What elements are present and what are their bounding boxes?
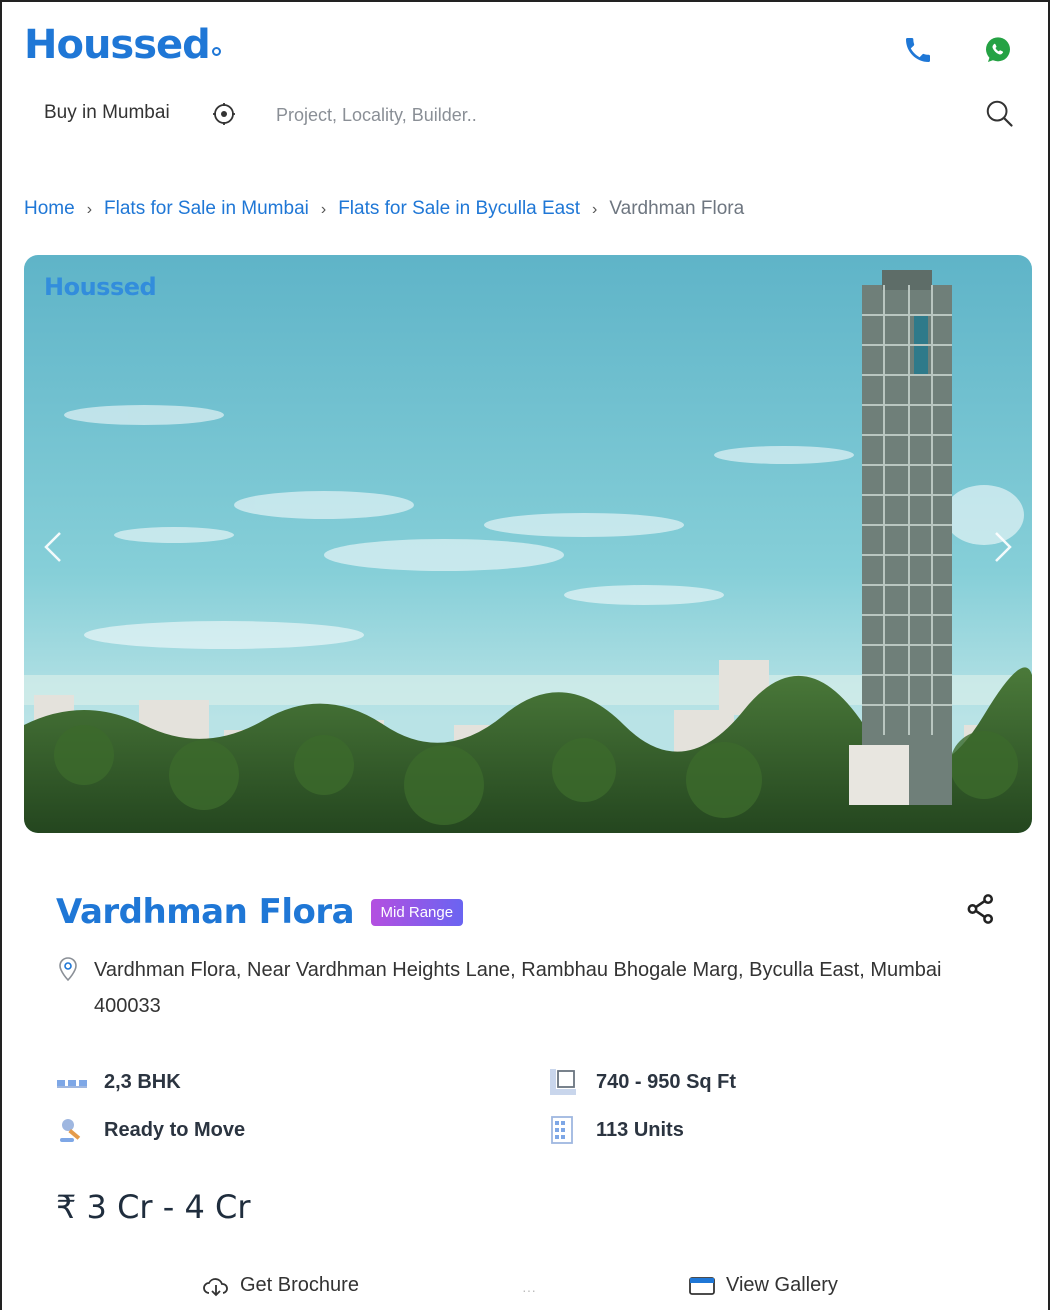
location-target-icon[interactable] [212,102,236,126]
brand-logo[interactable]: Houssed [24,22,221,68]
feature-units: 113 Units [546,1112,684,1148]
bottom-action-bar: Get Brochure ··· View Gallery [2,1264,1048,1310]
search-input[interactable] [276,98,876,132]
project-image-carousel[interactable]: Houssed [24,255,1032,833]
feature-area-value: 740 - 950 Sq Ft [596,1070,737,1093]
brand-logo-text: Houssed [24,22,211,68]
view-gallery-button[interactable]: View Gallery [688,1274,838,1297]
project-hero-image [24,255,1032,833]
carousel-next-arrow-icon[interactable] [984,527,1020,567]
breadcrumb-chevron-icon: › [592,201,598,218]
get-brochure-label: Get Brochure [240,1274,359,1296]
whatsapp-icon[interactable] [982,34,1014,66]
building-units-icon [551,1116,573,1144]
logo-dot [211,47,221,56]
key-icon [60,1119,81,1142]
view-gallery-label: View Gallery [726,1274,838,1296]
breadcrumb-chevron-icon: › [86,201,93,218]
bed-icon [57,1080,87,1088]
project-title-row: Vardhman Flora Mid Range [56,892,464,938]
price-range-badge: Mid Range [370,898,464,926]
search-bar: Buy in Mumbai [24,92,1024,140]
breadcrumb-chevron-icon: › [320,201,327,218]
phone-icon[interactable] [902,34,934,66]
feature-bhk: 2,3 BHK [56,1064,181,1100]
image-watermark-logo: Houssed [44,273,157,301]
site-header: Houssed [24,20,1024,80]
breadcrumb-flats-mumbai[interactable]: Flats for Sale in Mumbai [104,198,309,219]
project-address-row: Vardhman Flora, Near Vardhman Heights La… [56,952,976,1024]
gallery-icon [689,1276,715,1295]
city-select[interactable]: Buy in Mumbai [44,102,170,124]
project-features: 2,3 BHK Ready to Move 740 - 950 Sq Ft 11… [56,1062,996,1152]
feature-units-value: 113 Units [596,1118,684,1141]
location-pin-icon [56,956,80,982]
download-cloud-icon [203,1277,228,1296]
price-range: ₹ 3 Cr - 4 Cr [56,1188,251,1226]
page-frame: Houssed Buy in Mumbai Home › Flats for Sal… [0,0,1050,1310]
carousel-prev-arrow-icon[interactable] [36,527,72,567]
project-title: Vardhman Flora [56,892,355,932]
area-icon [550,1069,576,1095]
get-brochure-button[interactable]: Get Brochure [202,1274,359,1297]
breadcrumb: Home › Flats for Sale in Mumbai › Flats for … [24,198,744,220]
action-divider: ··· [522,1282,536,1298]
project-address: Vardhman Flora, Near Vardhman Heights La… [94,959,942,1017]
breadcrumb-flats-byculla[interactable]: Flats for Sale in Byculla East [338,198,580,219]
feature-status: Ready to Move [56,1112,245,1148]
feature-bhk-value: 2,3 BHK [104,1070,181,1093]
breadcrumb-home[interactable]: Home [24,198,75,219]
share-icon[interactable] [964,892,998,926]
breadcrumb-current: Vardhman Flora [609,198,745,219]
feature-area: 740 - 950 Sq Ft [546,1064,736,1100]
search-icon[interactable] [984,98,1014,128]
feature-status-value: Ready to Move [104,1118,246,1141]
